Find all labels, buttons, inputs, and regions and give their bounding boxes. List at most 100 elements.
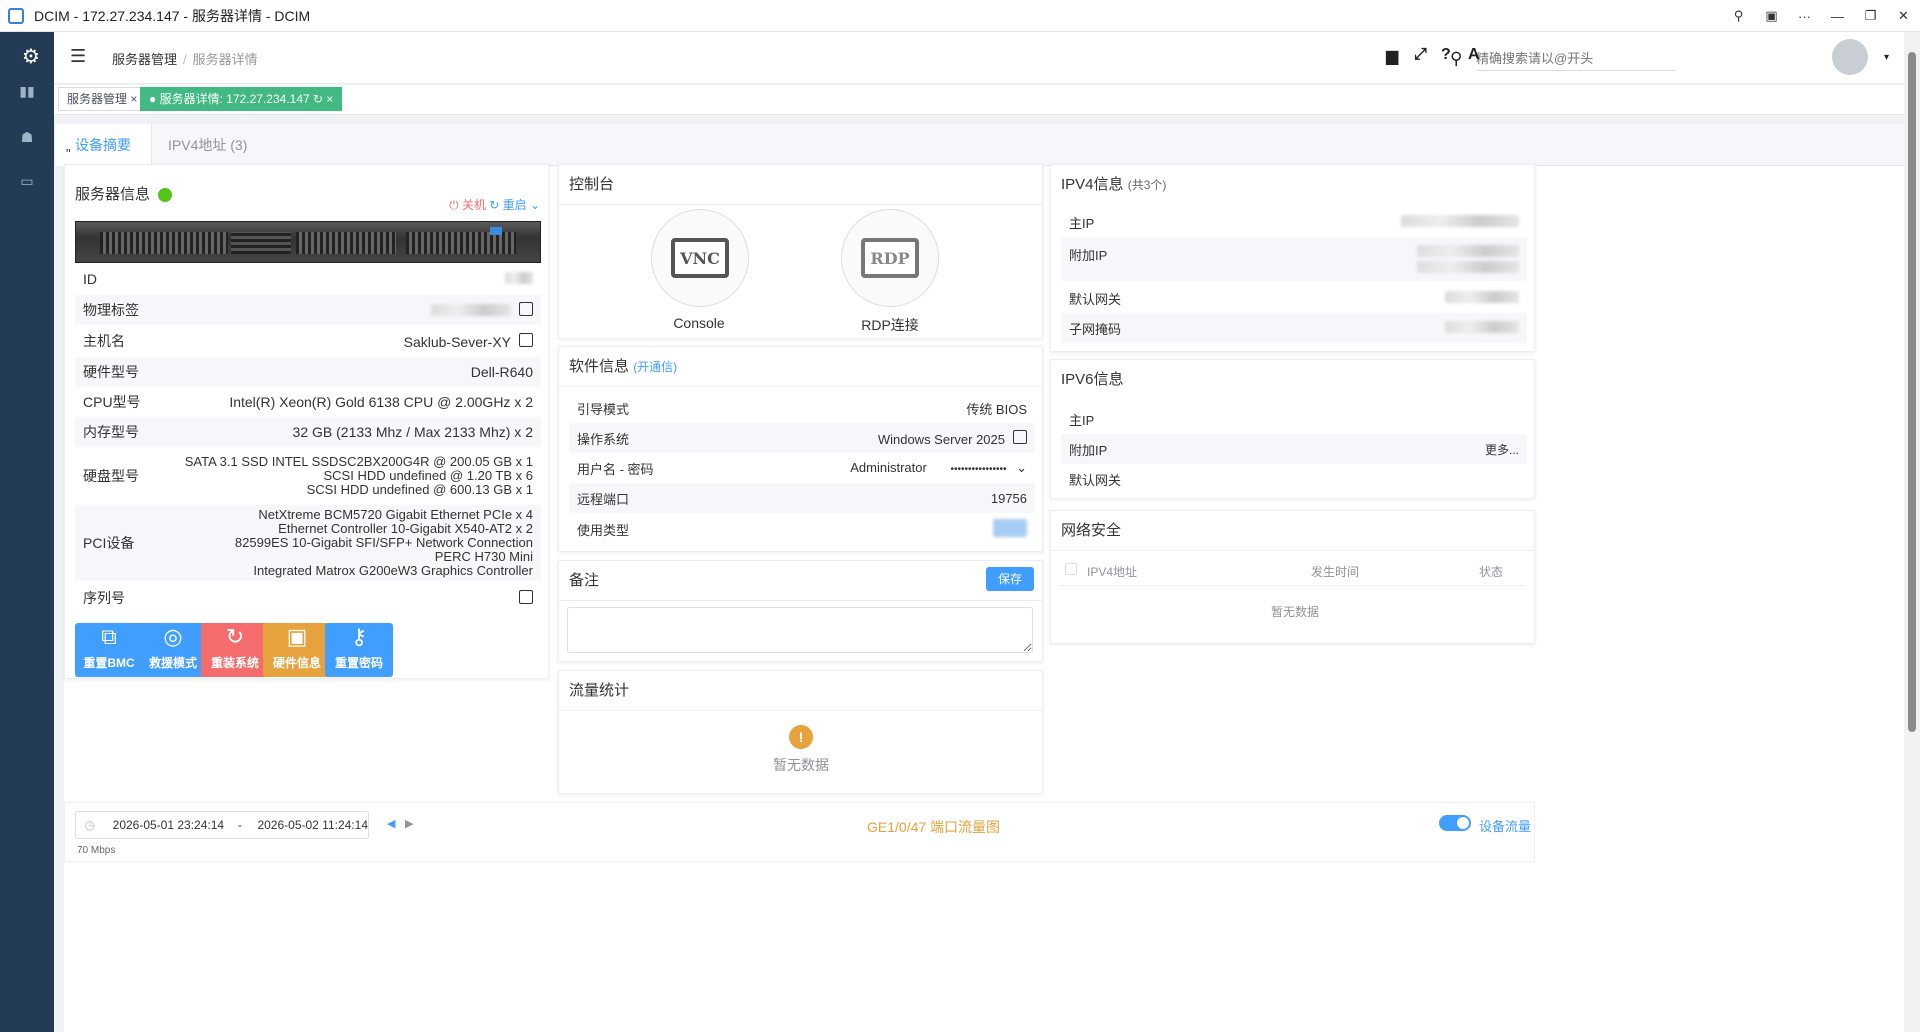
sw-row-port: 远程端口 19756 (569, 483, 1035, 513)
warning-icon: ! (789, 725, 813, 749)
sidebar-item-users-icon[interactable]: ☗ (18, 128, 36, 146)
server-info-title: 服务器信息 (75, 186, 151, 203)
cast-icon[interactable]: ▣ (1755, 0, 1788, 32)
server-row-hostname: 主机名 Saklub-Sever-XY (75, 325, 541, 357)
reinstall-button[interactable]: ↻ 重装系统 (201, 623, 269, 677)
ipv6-row-main: 主IP (1069, 412, 1095, 428)
software-title: 软件信息 (569, 358, 630, 375)
device-traffic-toggle[interactable] (1439, 815, 1471, 831)
remark-title: 备注 (569, 572, 600, 589)
more-icon[interactable]: ··· (1788, 0, 1821, 32)
server-row-memory: 内存型号 32 GB (2133 Mhz / Max 2133 Mhz) x 2 (75, 417, 541, 447)
server-row-disk: 硬盘型号 SATA 3.1 SSD INTEL SSDSC2BX200G4R @ … (83, 454, 533, 497)
window-titlebar: DCIM - 172.27.234.147 - 服务器详情 - DCIM ⚲ ▣… (0, 0, 1920, 32)
prev-icon[interactable]: ◀ (387, 817, 395, 830)
detail-tabs: 设备摘要 IPV4地址 (3) (54, 124, 1904, 166)
rdp-button[interactable]: RDP (841, 209, 939, 307)
save-button[interactable]: 保存 (985, 567, 1034, 591)
avatar[interactable] (1832, 39, 1868, 75)
edit-icon[interactable] (1013, 429, 1027, 444)
open-link[interactable]: (开通信) (633, 360, 677, 374)
more-link[interactable]: 更多... (1485, 441, 1519, 458)
eye-off-icon[interactable]: ⌄ (1016, 460, 1027, 475)
minimize-button[interactable]: — (1821, 0, 1854, 32)
edit-icon[interactable] (519, 589, 533, 604)
sidebar-item-messages-icon[interactable]: ▭ (18, 172, 36, 190)
sw-row-boot: 引导模式 传统 BIOS (577, 401, 1027, 417)
chart-title: GE1/0/47 端口流量图 (867, 819, 1001, 835)
end-date[interactable]: 2026-05-02 11:24:14 (247, 818, 368, 832)
ipv6-title: IPV6信息 (1061, 371, 1124, 388)
port-traffic-panel: ◷ 2026-05-01 23:24:14 - 2026-05-02 11:24… (64, 802, 1535, 862)
software-card: 软件信息 (开通信) 引导模式 传统 BIOS 操作系统 Windows Serve… (558, 346, 1043, 552)
date-range-picker[interactable]: ◷ 2026-05-01 23:24:14 - 2026-05-02 11:24… (75, 811, 369, 839)
stray-quote: " (66, 146, 71, 161)
scrollbar[interactable] (1904, 32, 1920, 1032)
tag-server-manage[interactable]: 服务器管理 × (58, 87, 147, 111)
ipv4-row-mask: 子网掩码 (1061, 313, 1527, 343)
ipv6-row-gateway: 默认网关 (1069, 472, 1122, 488)
traffic-empty: 暂无数据 (773, 757, 829, 773)
help-icon[interactable]: ? (1441, 46, 1451, 64)
scrollbar-thumb[interactable] (1908, 52, 1916, 732)
vnc-label[interactable]: Console (659, 315, 739, 331)
search-input[interactable] (1476, 47, 1676, 71)
tags-view: 服务器管理 × ● 服务器详情: 172.27.234.147 ↻ × (54, 85, 1904, 115)
edit-icon[interactable] (519, 332, 533, 347)
hardware-info-button[interactable]: ▣ 硬件信息 (263, 623, 331, 677)
toggle-label[interactable]: 设备流量 (1479, 816, 1531, 835)
app-icon (8, 7, 24, 24)
sidebar: ⚙ ▮▮ ☗ ▭ (0, 32, 54, 1032)
breadcrumb: 服务器管理 / 服务器详情 (112, 52, 258, 67)
main-content: 设备摘要 IPV4地址 (3) " 服务器信息 ⏻ 关机 ↻ 重启 ⌄ ID 物… (54, 124, 1904, 1032)
select-all-checkbox[interactable] (1065, 563, 1077, 575)
header-search: ⚲ (1450, 46, 1680, 72)
close-button[interactable]: ✕ (1887, 0, 1920, 32)
server-row-pci: PCI设备 NetXtreme BCM5720 Gigabit Ethernet … (75, 505, 541, 581)
netsec-empty: 暂无数据 (1271, 605, 1320, 619)
maximize-button[interactable]: ❐ (1854, 0, 1887, 32)
traffic-card: 流量统计 ! 暂无数据 (558, 670, 1043, 794)
server-info-card: 服务器信息 ⏻ 关机 ↻ 重启 ⌄ ID 物理标签 主机名 Saklub-Seve… (64, 164, 549, 679)
server-image (75, 221, 541, 263)
start-date[interactable]: 2026-05-01 23:24:14 (104, 818, 233, 832)
edit-icon[interactable] (519, 301, 533, 316)
breadcrumb-item-current: 服务器详情 (192, 52, 258, 67)
tab-ipv4[interactable]: IPV4地址 (3) (148, 124, 267, 166)
translate-icon[interactable]: A (1468, 46, 1480, 64)
netsec-card: 网络安全 IPV4地址 发生时间 状态 暂无数据 (1050, 510, 1535, 644)
status-dot (158, 188, 173, 203)
ipv4-title: IPV4信息 (1061, 176, 1124, 193)
ipv4-row-main: 主IP (1061, 207, 1527, 237)
tag-server-detail[interactable]: ● 服务器详情: 172.27.234.147 ↻ × (140, 87, 343, 111)
reset-bmc-button[interactable]: ⧉ 重置BMC (75, 623, 143, 677)
breadcrumb-item[interactable]: 服务器管理 (112, 52, 177, 67)
rdp-icon: RDP (861, 238, 919, 278)
col-time: 发生时间 (1311, 565, 1360, 579)
fullscreen-icon[interactable]: ⤢ (1414, 46, 1427, 64)
remark-textarea[interactable] (567, 607, 1033, 653)
y-axis-label: 70 Mbps (77, 845, 116, 856)
gear-icon[interactable]: ⚙ (22, 44, 40, 69)
col-ipv4: IPV4地址 (1087, 565, 1138, 579)
traffic-title: 流量统计 (559, 671, 1042, 711)
server-row-id: ID (75, 263, 541, 295)
reset-password-button[interactable]: ⚷ 重置密码 (325, 623, 393, 677)
chevron-down-icon[interactable]: ▾ (1884, 52, 1889, 63)
sw-row-usage: 使用类型 (569, 513, 1035, 545)
next-icon[interactable]: ▶ (405, 817, 413, 830)
rescue-mode-button[interactable]: ◎ 救援模式 (139, 623, 207, 677)
chat-icon[interactable]: ▆ (1386, 46, 1398, 66)
vnc-icon: VNC (671, 238, 729, 278)
menu-toggle-icon[interactable]: ☰ (70, 46, 86, 67)
remark-card: 备注 保存 (558, 560, 1043, 662)
sidebar-item-servers-icon[interactable]: ▮▮ (18, 82, 36, 100)
vnc-button[interactable]: VNC (651, 209, 749, 307)
server-row-serial: 序列号 (75, 581, 541, 615)
server-row-model: 硬件型号 Dell-R640 (75, 357, 541, 387)
clock-icon: ◷ (84, 818, 96, 832)
console-title: 控制台 (559, 165, 1042, 205)
rdp-label[interactable]: RDP连接 (844, 315, 936, 335)
netsec-title: 网络安全 (1051, 511, 1534, 551)
key-icon[interactable]: ⚲ (1722, 0, 1755, 32)
